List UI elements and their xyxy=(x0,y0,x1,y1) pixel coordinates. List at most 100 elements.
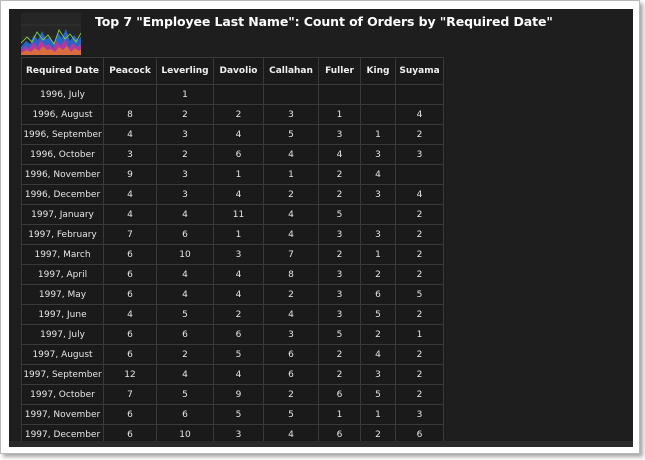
data-cell: 2 xyxy=(360,324,396,345)
table-header-row: Required Date Peacock Leverling Davolio … xyxy=(21,57,444,85)
data-cell: 2 xyxy=(395,364,444,385)
data-cell: 4 xyxy=(103,184,157,205)
data-cell: 2 xyxy=(213,104,264,125)
data-cell: 6 xyxy=(103,324,157,345)
data-cell: 7 xyxy=(263,244,319,265)
data-cell: 4 xyxy=(213,184,264,205)
data-cell: 2 xyxy=(263,184,319,205)
row-header-cell: 1997, February xyxy=(21,224,104,245)
data-cell: 4 xyxy=(156,204,214,225)
row-header-cell: 1996, November xyxy=(21,164,104,185)
data-cell: 2 xyxy=(213,304,264,325)
column-header: Callahan xyxy=(263,57,319,85)
data-cell: 2 xyxy=(318,244,361,265)
row-header-cell: 1997, June xyxy=(21,304,104,325)
row-header-cell: 1997, September xyxy=(21,364,104,385)
data-cell: 6 xyxy=(318,384,361,405)
data-cell: 6 xyxy=(156,404,214,425)
data-cell: 5 xyxy=(263,404,319,425)
table-row: 1997, October 7 5 9 2 6 5 2 xyxy=(21,384,444,405)
data-cell: 1 xyxy=(395,324,444,345)
data-cell: 1 xyxy=(213,224,264,245)
data-cell: 3 xyxy=(360,144,396,165)
horizontal-scrollbar[interactable] xyxy=(9,441,633,447)
data-cell: 6 xyxy=(103,244,157,265)
data-cell: 7 xyxy=(103,224,157,245)
table-row: 1996, August 8 2 2 3 1 4 xyxy=(21,104,444,125)
row-header-cell: 1997, October xyxy=(21,384,104,405)
data-cell: 3 xyxy=(360,184,396,205)
data-cell: 1 xyxy=(263,164,319,185)
row-header-cell: 1996, July xyxy=(21,84,104,105)
table-row: 1997, January 4 4 11 4 5 2 xyxy=(21,204,444,225)
data-cell: 4 xyxy=(360,344,396,365)
data-cell: 7 xyxy=(103,384,157,405)
table-row: 1996, September 4 3 4 5 3 1 2 xyxy=(21,124,444,145)
data-cell: 3 xyxy=(395,404,444,425)
data-cell: 4 xyxy=(395,184,444,205)
data-cell: 11 xyxy=(213,204,264,225)
data-cell: 5 xyxy=(213,344,264,365)
data-cell: 1 xyxy=(213,164,264,185)
row-header-cell: 1997, August xyxy=(21,344,104,365)
table-row: 1996, October 3 2 6 4 4 3 3 xyxy=(21,144,444,165)
data-cell: 6 xyxy=(103,344,157,365)
data-cell: 2 xyxy=(395,124,444,145)
table-row: 1997, June 4 5 2 4 3 5 2 xyxy=(21,304,444,325)
data-cell: 6 xyxy=(213,144,264,165)
data-cell: 5 xyxy=(263,124,319,145)
data-cell: 4 xyxy=(395,104,444,125)
data-cell: 4 xyxy=(263,204,319,225)
data-cell: 6 xyxy=(156,224,214,245)
data-cell: 6 xyxy=(263,344,319,365)
data-cell: 3 xyxy=(156,184,214,205)
data-cell: 6 xyxy=(103,264,157,285)
data-cell: 4 xyxy=(103,204,157,225)
data-cell: 6 xyxy=(213,324,264,345)
data-cell: 4 xyxy=(263,144,319,165)
column-header: Required Date xyxy=(21,57,104,85)
data-cell: 3 xyxy=(156,124,214,145)
row-header-cell: 1996, December xyxy=(21,184,104,205)
row-header-cell: 1997, July xyxy=(21,324,104,345)
column-header: King xyxy=(360,57,396,85)
data-cell: 2 xyxy=(156,104,214,125)
data-cell xyxy=(103,84,157,105)
data-cell: 5 xyxy=(360,304,396,325)
data-cell: 4 xyxy=(213,124,264,145)
data-cell: 4 xyxy=(318,144,361,165)
data-cell: 2 xyxy=(395,244,444,265)
data-cell: 2 xyxy=(318,184,361,205)
data-cell xyxy=(360,104,396,125)
data-cell: 9 xyxy=(103,164,157,185)
data-cell: 4 xyxy=(156,284,214,305)
column-header: Davolio xyxy=(213,57,264,85)
data-cell: 3 xyxy=(318,284,361,305)
row-header-cell: 1996, October xyxy=(21,144,104,165)
data-cell: 1 xyxy=(156,84,214,105)
table-row: 1996, November 9 3 1 1 2 4 xyxy=(21,164,444,185)
data-cell: 5 xyxy=(395,284,444,305)
data-cell: 3 xyxy=(318,304,361,325)
table-row: 1997, September 12 4 4 6 2 3 2 xyxy=(21,364,444,385)
data-cell: 6 xyxy=(360,284,396,305)
data-cell: 2 xyxy=(395,204,444,225)
data-cell: 4 xyxy=(263,304,319,325)
table-row: 1996, July 1 xyxy=(21,84,444,105)
data-cell: 4 xyxy=(156,364,214,385)
data-cell: 4 xyxy=(103,304,157,325)
data-cell: 3 xyxy=(263,104,319,125)
data-cell: 6 xyxy=(103,284,157,305)
data-cell: 2 xyxy=(156,344,214,365)
data-cell: 5 xyxy=(318,324,361,345)
data-cell: 1 xyxy=(360,244,396,265)
data-cell xyxy=(213,84,264,105)
column-header: Suyama xyxy=(395,57,444,85)
data-cell: 2 xyxy=(395,384,444,405)
data-cell: 3 xyxy=(318,124,361,145)
data-cell: 10 xyxy=(156,244,214,265)
data-cell: 4 xyxy=(360,164,396,185)
data-cell: 5 xyxy=(318,204,361,225)
data-cell: 3 xyxy=(318,264,361,285)
data-cell: 2 xyxy=(395,344,444,365)
